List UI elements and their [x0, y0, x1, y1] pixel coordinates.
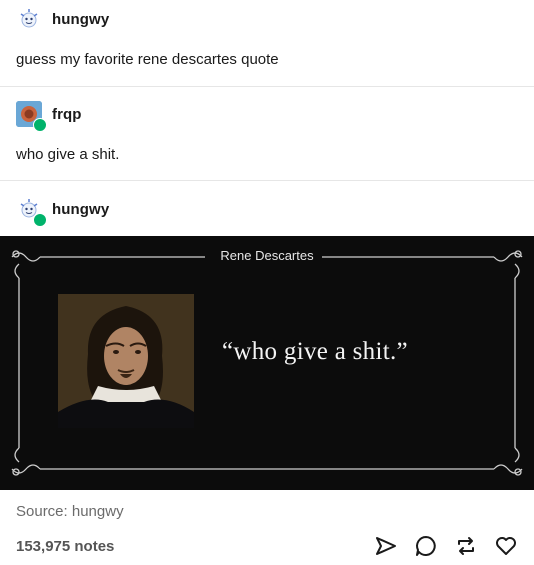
avatar-hungwy[interactable]: [16, 196, 47, 227]
post-header: hungwy: [16, 6, 109, 32]
descartes-portrait: [58, 294, 194, 428]
quote-author: Rene Descartes: [0, 248, 534, 263]
username[interactable]: hungwy: [52, 11, 109, 28]
post-hungwy: hungwy guess my favorite rene descartes …: [0, 0, 534, 86]
username[interactable]: hungwy: [52, 201, 109, 218]
source-label: Source:: [16, 503, 68, 520]
avatar-hungwy[interactable]: [16, 6, 42, 32]
post-hungwy-reblog: hungwy: [0, 181, 534, 236]
like-button[interactable]: [494, 534, 518, 558]
post-text: guess my favorite rene descartes quote: [16, 51, 279, 68]
send-icon: [376, 537, 396, 555]
reblog-badge-icon: [33, 118, 47, 132]
post-actions: [374, 534, 518, 558]
ghost-avatar-icon: [20, 9, 38, 28]
username[interactable]: frqp: [52, 106, 82, 123]
heart-icon: [496, 537, 516, 555]
reply-icon: [416, 536, 436, 556]
share-button[interactable]: [374, 534, 398, 558]
source-row: Source: hungwy: [16, 503, 124, 520]
notes-count[interactable]: 153,975 notes: [16, 538, 114, 555]
quote-author-label: Rene Descartes: [214, 248, 320, 263]
post-header: hungwy: [16, 196, 109, 227]
reblog-badge-icon: [33, 213, 47, 227]
reblog-button[interactable]: [454, 534, 478, 558]
reply-button[interactable]: [414, 534, 438, 558]
post-frqp: frqp who give a shit.: [0, 87, 534, 180]
source-link[interactable]: hungwy: [72, 503, 124, 520]
avatar-frqp[interactable]: [16, 101, 47, 132]
quote-image: Rene Descartes “who give a shit.”: [0, 236, 534, 490]
post-text: who give a shit.: [16, 146, 120, 163]
quote-text: “who give a shit.”: [222, 338, 408, 365]
reblog-icon: [458, 537, 474, 555]
post-header: frqp: [16, 101, 82, 132]
